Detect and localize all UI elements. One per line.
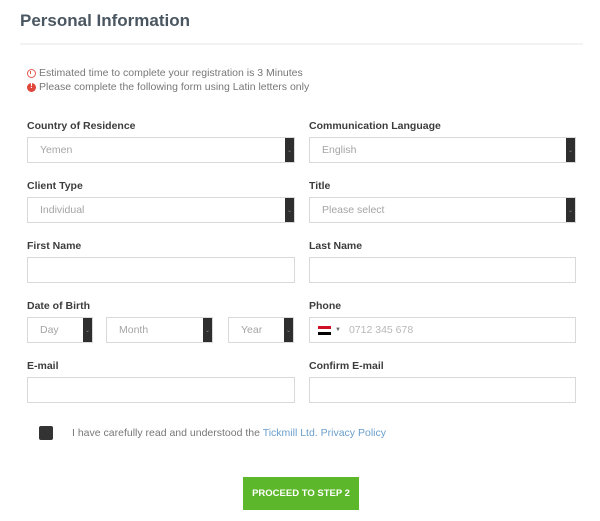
- title-label: Title: [309, 180, 331, 192]
- phone-input[interactable]: ▼ 0712 345 678: [309, 317, 576, 343]
- chevron-down-icon[interactable]: ⌄: [83, 318, 92, 342]
- privacy-checkbox[interactable]: [39, 426, 53, 440]
- chevron-down-icon[interactable]: ⌄: [285, 138, 294, 162]
- chevron-down-icon[interactable]: ⌄: [203, 318, 212, 342]
- chevron-down-icon[interactable]: ⌄: [566, 198, 575, 222]
- alert-icon: [27, 81, 36, 92]
- email-input[interactable]: [27, 377, 295, 403]
- chevron-down-icon[interactable]: ⌄: [285, 198, 294, 222]
- dob-month-select[interactable]: Month ⌄: [106, 317, 213, 343]
- clock-icon: [27, 68, 36, 78]
- divider: [20, 43, 583, 45]
- consent-label: I have carefully read and understood the: [72, 427, 263, 439]
- yemen-flag-icon[interactable]: [318, 325, 331, 335]
- proceed-button[interactable]: PROCEED TO STEP 2: [243, 477, 359, 510]
- country-value: Yemen: [40, 144, 73, 156]
- client-type-label: Client Type: [27, 180, 83, 192]
- first-name-input[interactable]: [27, 257, 295, 283]
- notice-time: Estimated time to complete your registra…: [27, 67, 303, 79]
- phone-label: Phone: [309, 300, 342, 312]
- dob-month-value: Month: [119, 324, 149, 336]
- chevron-down-icon[interactable]: ⌄: [566, 138, 575, 162]
- notice-latin: Please complete the following form using…: [27, 81, 309, 93]
- client-type-value: Individual: [40, 204, 85, 216]
- title-value: Please select: [322, 204, 385, 216]
- page-title: Personal Information: [20, 11, 191, 30]
- language-label: Communication Language: [309, 120, 441, 132]
- email-label: E-mail: [27, 360, 59, 372]
- last-name-input[interactable]: [309, 257, 576, 283]
- dob-day-select[interactable]: Day ⌄: [27, 317, 93, 343]
- language-value: English: [322, 144, 357, 156]
- dob-label: Date of Birth: [27, 300, 90, 312]
- phone-placeholder: 0712 345 678: [348, 324, 414, 336]
- client-type-select[interactable]: Individual ⌄: [27, 197, 295, 223]
- language-select[interactable]: English ⌄: [309, 137, 576, 163]
- title-select[interactable]: Please select ⌄: [309, 197, 576, 223]
- consent-text: I have carefully read and understood the…: [72, 427, 386, 439]
- confirm-email-input[interactable]: [309, 377, 576, 403]
- caret-down-icon[interactable]: ▼: [335, 327, 341, 333]
- country-select[interactable]: Yemen ⌄: [27, 137, 295, 163]
- privacy-policy-link[interactable]: Tickmill Ltd. Privacy Policy: [263, 427, 386, 439]
- last-name-label: Last Name: [309, 240, 363, 252]
- notice-latin-text: Please complete the following form using…: [39, 81, 310, 93]
- dob-year-select[interactable]: Year ⌄: [228, 317, 294, 343]
- confirm-email-label: Confirm E-mail: [309, 360, 384, 372]
- country-label: Country of Residence: [27, 120, 136, 132]
- first-name-label: First Name: [27, 240, 82, 252]
- chevron-down-icon[interactable]: ⌄: [284, 318, 293, 342]
- notice-time-text: Estimated time to complete your registra…: [39, 67, 303, 79]
